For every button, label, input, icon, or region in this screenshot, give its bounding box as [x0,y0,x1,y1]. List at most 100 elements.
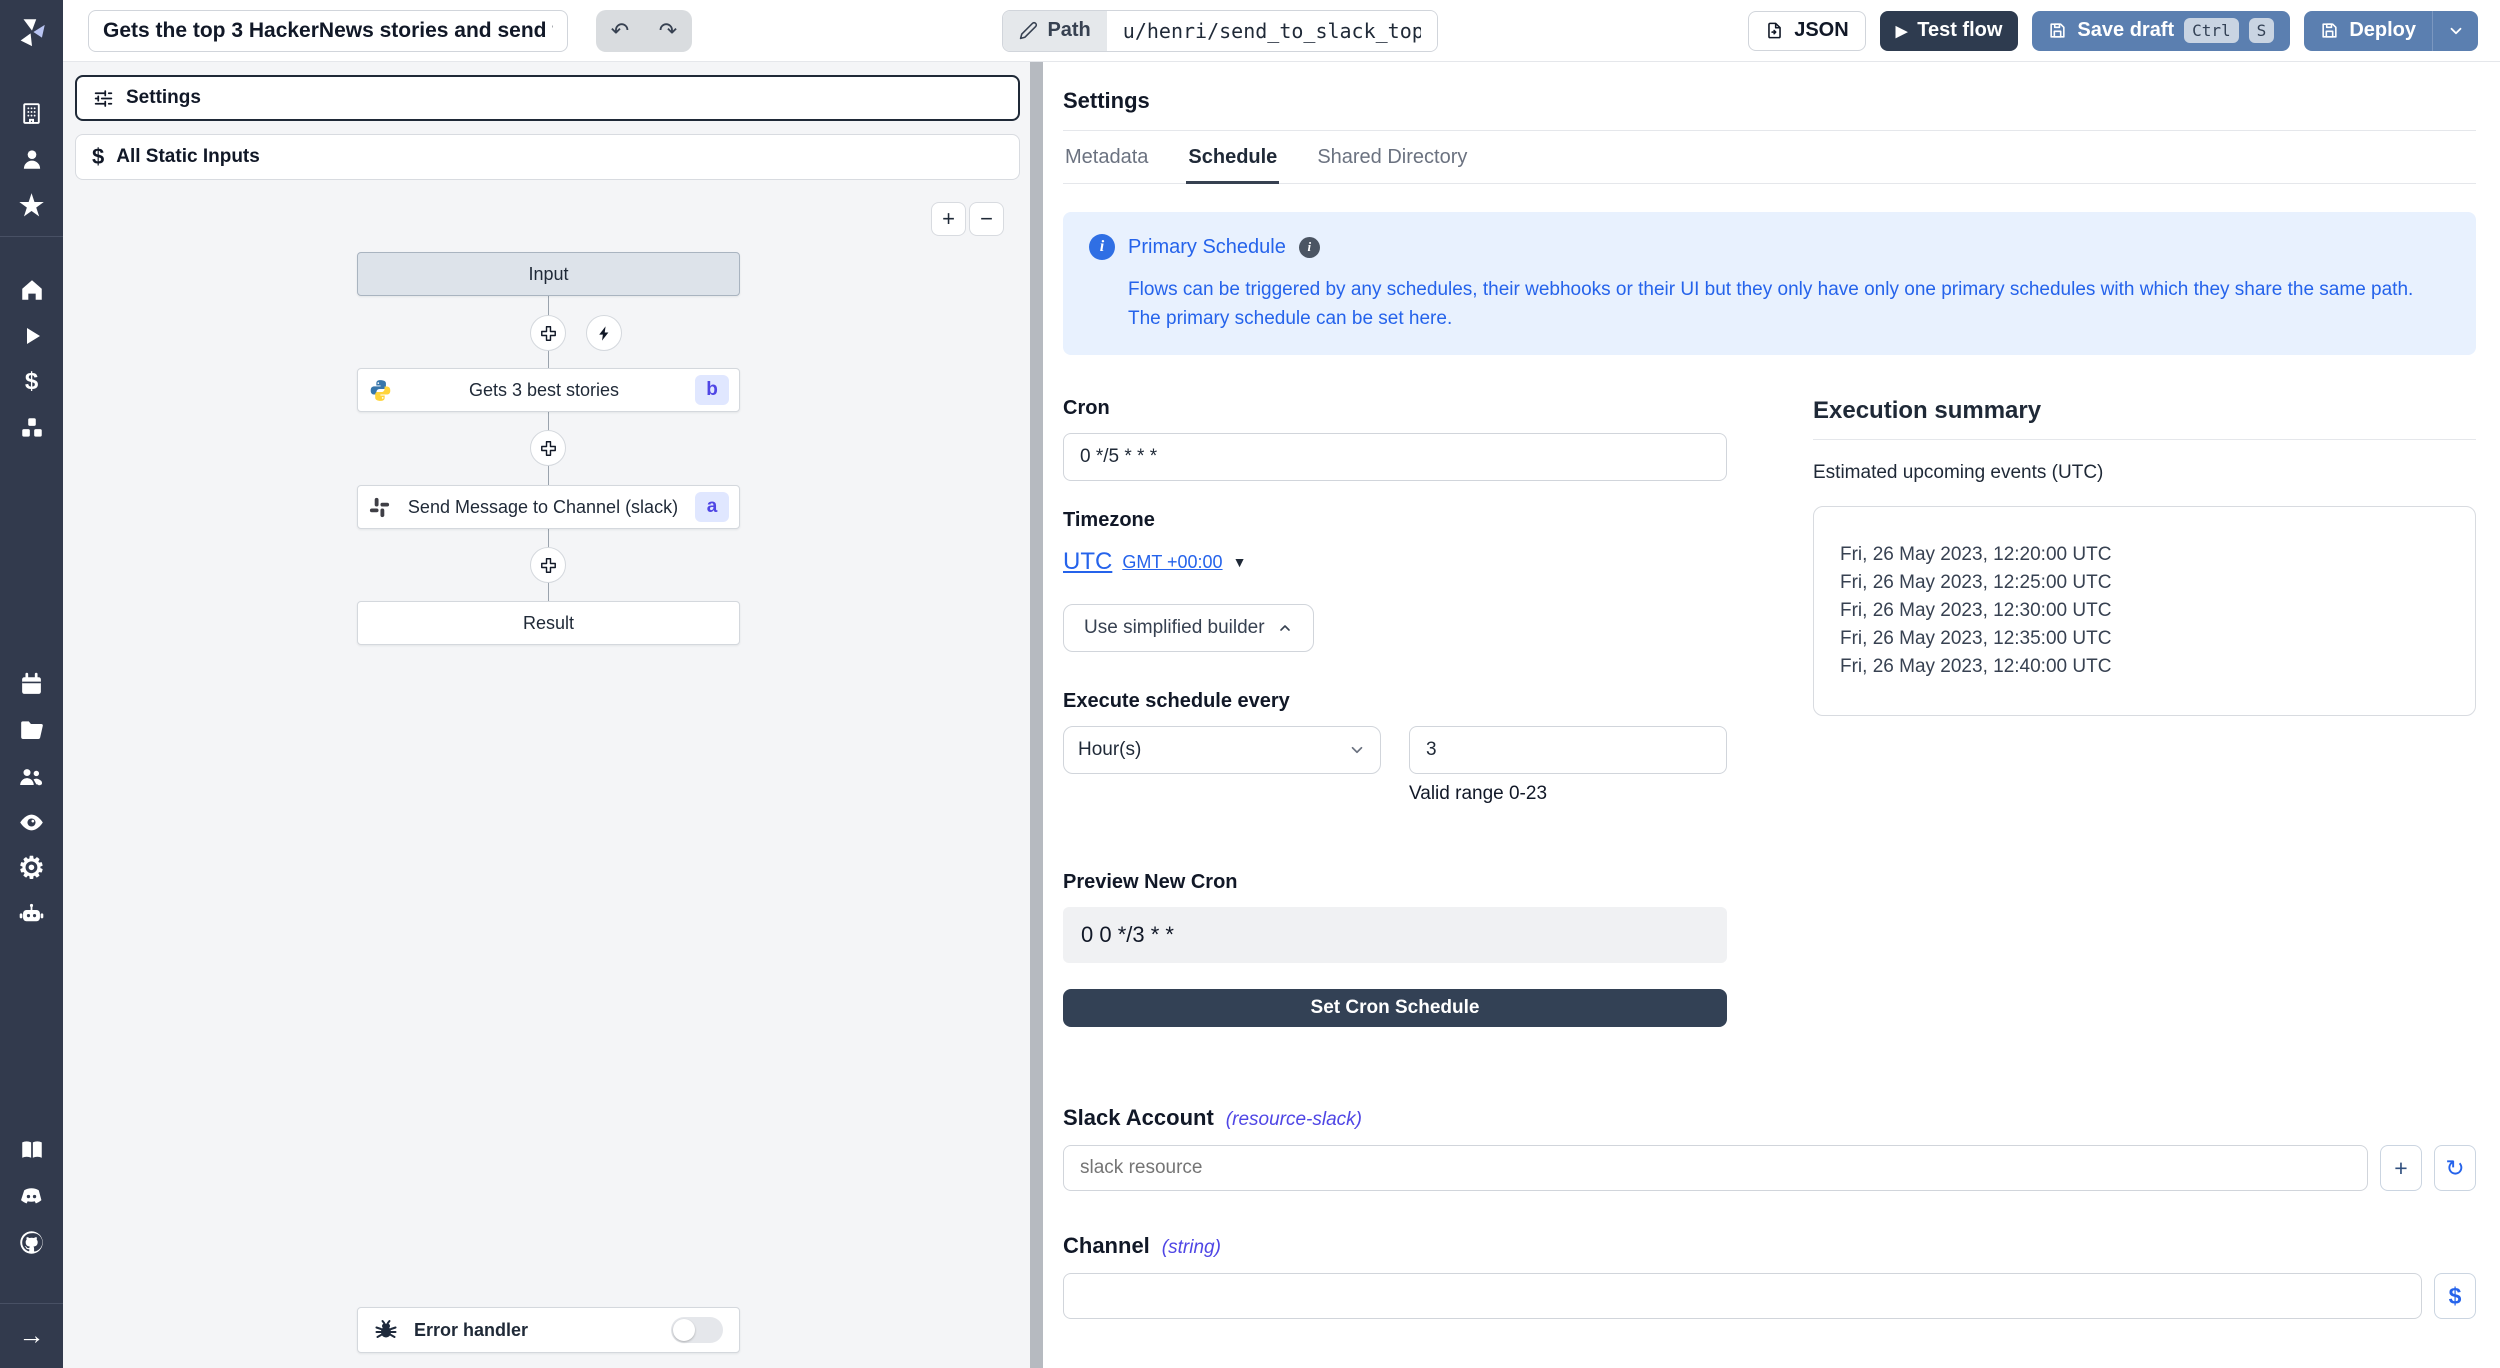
test-flow-button[interactable]: ▶ Test flow [1880,11,2019,51]
windmill-logo-icon[interactable] [15,10,49,54]
zoom-out-button[interactable]: − [969,202,1004,236]
discord-icon[interactable] [0,1173,63,1219]
event-row: Fri, 26 May 2023, 12:20:00 UTC [1840,541,2449,569]
slack-account-label: Slack Account [1063,1105,1214,1131]
collapse-arrow-icon[interactable]: → [0,1312,63,1358]
refresh-resources-button[interactable]: ↻ [2434,1145,2476,1191]
timezone-label: Timezone [1063,509,1727,532]
groups-icon[interactable] [0,753,63,799]
sidebar-divider-bottom [0,1303,63,1304]
workers-robot-icon[interactable] [0,891,63,937]
event-row: Fri, 26 May 2023, 12:25:00 UTC [1840,569,2449,597]
chevron-down-icon [1348,741,1366,759]
simplified-builder-toggle-button[interactable]: Use simplified builder [1063,604,1314,652]
cron-label: Cron [1063,397,1727,420]
kbd-ctrl: Ctrl [2184,18,2239,43]
all-static-inputs-button[interactable]: $ All Static Inputs [75,134,1020,180]
settings-heading: Settings [1063,62,2476,131]
event-row: Fri, 26 May 2023, 12:35:00 UTC [1840,625,2449,653]
audit-eye-icon[interactable] [0,799,63,845]
insert-variable-dollar-button[interactable]: $ [2434,1273,2476,1319]
slack-account-section: Slack Account (resource-slack) + ↻ [1063,1105,2476,1191]
redo-button[interactable]: ↷ [644,10,692,52]
trigger-bolt-button[interactable] [586,315,622,351]
info-icon: i [1089,234,1115,260]
add-step-button[interactable] [530,430,566,466]
primary-schedule-info-box: i Primary Schedule i Flows can be trigge… [1063,212,2476,355]
variables-dollar-icon[interactable]: $ [0,359,63,405]
flow-node-step-a[interactable]: Send Message to Channel (slack) a [357,485,740,529]
save-draft-button[interactable]: Save draft Ctrl S [2032,11,2290,51]
upcoming-events-label: Estimated upcoming events (UTC) [1813,462,2476,484]
dollar-icon: $ [92,144,104,170]
python-icon [368,378,393,403]
flow-settings-button[interactable]: Settings [75,75,1020,121]
upcoming-events-box: Fri, 26 May 2023, 12:20:00 UTC Fri, 26 M… [1813,506,2476,716]
settings-panel: Settings Metadata Schedule Shared Direct… [1043,62,2500,1368]
interval-unit-select[interactable]: Hour(s) [1063,726,1381,774]
undo-button[interactable]: ↶ [596,10,644,52]
valid-range-hint: Valid range 0-23 [1409,783,1727,805]
add-step-button[interactable] [530,547,566,583]
workspace-building-icon[interactable] [0,90,63,136]
chevron-up-icon [1277,620,1293,636]
play-icon: ▶ [1896,22,1908,40]
slack-account-type: (resource-slack) [1226,1109,1362,1131]
flow-node-input[interactable]: Input [357,252,740,296]
step-id-badge: a [695,492,729,522]
path-field: Path [1002,10,1437,52]
favorites-star-icon[interactable]: ★ [0,182,63,228]
slack-resource-input[interactable] [1063,1145,2368,1191]
file-icon [1765,21,1784,40]
timezone-select[interactable]: UTC GMT +00:00 ▼ [1063,548,1727,576]
user-icon[interactable] [0,136,63,182]
kbd-s: S [2249,18,2275,43]
deploy-button[interactable]: Deploy [2304,11,2432,51]
zoom-in-button[interactable]: + [931,202,966,236]
channel-section: Channel (string) $ [1063,1233,2476,1319]
channel-type: (string) [1162,1237,1221,1259]
interval-value-input[interactable] [1409,726,1727,774]
folders-icon[interactable] [0,707,63,753]
path-label: Path [1003,11,1106,51]
flow-title-input[interactable] [88,10,568,52]
add-step-button[interactable] [530,315,566,351]
bug-icon [374,1318,398,1342]
github-icon[interactable] [0,1219,63,1265]
runs-play-icon[interactable] [0,313,63,359]
flow-node-step-b[interactable]: Gets 3 best stories b [357,368,740,412]
plus-icon [539,324,558,343]
topbar: ↶ ↷ Path JSON ▶ Test flow [63,0,2500,62]
json-button[interactable]: JSON [1748,11,1865,51]
deploy-options-chevron-button[interactable] [2432,11,2478,51]
event-row: Fri, 26 May 2023, 12:40:00 UTC [1840,653,2449,681]
channel-input[interactable] [1063,1273,2422,1319]
error-handler-toggle[interactable] [671,1317,723,1343]
schedules-calendar-icon[interactable] [0,661,63,707]
flow-canvas: Settings $ All Static Inputs + − Input [63,62,1030,1368]
set-cron-schedule-button[interactable]: Set Cron Schedule [1063,989,1727,1027]
tooltip-info-icon[interactable]: i [1299,237,1320,258]
channel-label: Channel [1063,1233,1150,1259]
path-input[interactable] [1107,11,1437,51]
error-handler-node[interactable]: Error handler [357,1307,740,1353]
settings-gear-icon[interactable]: ⚙ [0,845,63,891]
info-title: Primary Schedule [1128,236,1286,259]
tab-shared-directory[interactable]: Shared Directory [1315,131,1469,184]
settings-tabs: Metadata Schedule Shared Directory [1063,131,2476,184]
add-resource-button[interactable]: + [2380,1145,2422,1191]
resources-boxes-icon[interactable] [0,405,63,451]
flow-panel-scrollbar[interactable] [1030,62,1043,1368]
bolt-icon [596,325,613,342]
home-icon[interactable] [0,267,63,313]
pencil-icon [1019,21,1038,40]
docs-book-icon[interactable] [0,1127,63,1173]
topbar-actions: JSON ▶ Test flow Save draft Ctrl S Deplo… [1748,11,2478,51]
sliders-icon [93,88,114,109]
info-body: Flows can be triggered by any schedules,… [1089,276,2450,333]
flow-node-result[interactable]: Result [357,601,740,645]
tab-schedule[interactable]: Schedule [1186,131,1279,184]
undo-redo-group: ↶ ↷ [596,10,692,52]
cron-input[interactable] [1063,433,1727,481]
tab-metadata[interactable]: Metadata [1063,131,1150,184]
